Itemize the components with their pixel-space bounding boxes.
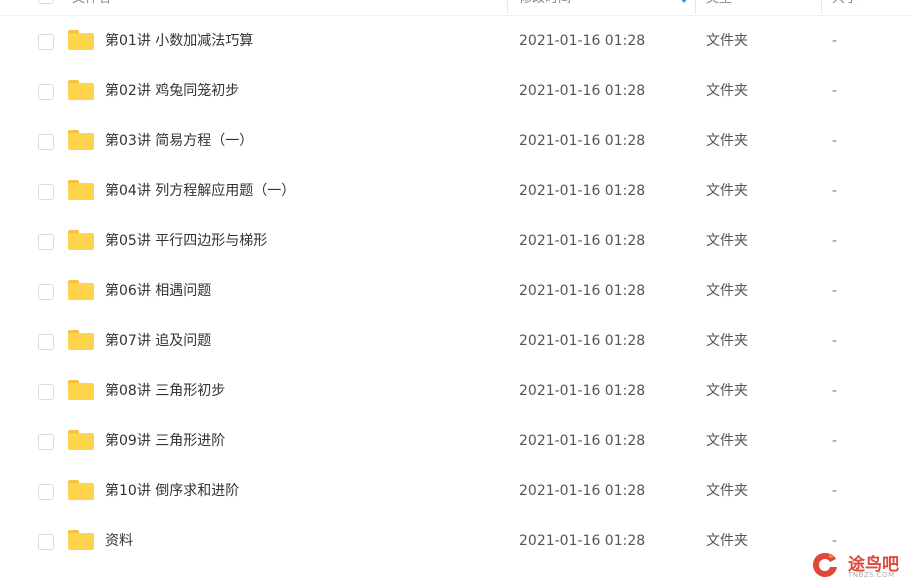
file-name[interactable]: 第02讲 鸡兔同笼初步 (105, 66, 239, 116)
file-list-header: 文件名 修改时间 类型 大小 (0, 0, 911, 16)
modified-time: 2021-01-16 01:28 (519, 383, 646, 399)
column-divider[interactable] (821, 0, 822, 14)
file-size: - (832, 433, 838, 449)
file-name[interactable]: 第01讲 小数加减法巧算 (105, 16, 253, 66)
folder-icon[interactable] (68, 280, 94, 300)
file-name[interactable]: 第05讲 平行四边形与梯形 (105, 216, 267, 266)
column-header-size[interactable]: 大小 (832, 0, 858, 16)
folder-icon[interactable] (68, 80, 94, 100)
table-row[interactable]: 资料 2021-01-16 01:28 文件夹 - (0, 516, 911, 566)
modified-time: 2021-01-16 01:28 (519, 483, 646, 499)
file-type: 文件夹 (706, 133, 748, 149)
table-row[interactable]: 第05讲 平行四边形与梯形 2021-01-16 01:28 文件夹 - (0, 216, 911, 266)
row-checkbox[interactable] (38, 334, 54, 350)
table-row[interactable]: 第07讲 追及问题 2021-01-16 01:28 文件夹 - (0, 316, 911, 366)
folder-icon[interactable] (68, 480, 94, 500)
modified-time: 2021-01-16 01:28 (519, 133, 646, 149)
file-size: - (832, 233, 838, 249)
table-row[interactable]: 第02讲 鸡兔同笼初步 2021-01-16 01:28 文件夹 - (0, 66, 911, 116)
row-checkbox[interactable] (38, 34, 54, 50)
column-header-name[interactable]: 文件名 (72, 0, 111, 16)
modified-time: 2021-01-16 01:28 (519, 283, 646, 299)
table-row[interactable]: 第10讲 倒序求和进阶 2021-01-16 01:28 文件夹 - (0, 466, 911, 516)
folder-icon[interactable] (68, 330, 94, 350)
bird-logo-icon (813, 553, 837, 577)
row-checkbox[interactable] (38, 534, 54, 550)
row-checkbox[interactable] (38, 234, 54, 250)
file-size: - (832, 383, 838, 399)
file-type: 文件夹 (706, 383, 748, 399)
file-name[interactable]: 第04讲 列方程解应用题（一） (105, 166, 295, 216)
select-all-checkbox[interactable] (38, 0, 54, 4)
file-size: - (832, 483, 838, 499)
watermark-logo: 途鸟吧 TNBZS.COM (808, 548, 908, 582)
table-row[interactable]: 第04讲 列方程解应用题（一） 2021-01-16 01:28 文件夹 - (0, 166, 911, 216)
file-name[interactable]: 第10讲 倒序求和进阶 (105, 466, 239, 516)
file-type: 文件夹 (706, 283, 748, 299)
file-size: - (832, 183, 838, 199)
file-size: - (832, 83, 838, 99)
file-type: 文件夹 (706, 183, 748, 199)
column-header-time[interactable]: 修改时间 (519, 0, 571, 16)
modified-time: 2021-01-16 01:28 (519, 333, 646, 349)
row-checkbox[interactable] (38, 184, 54, 200)
folder-icon[interactable] (68, 130, 94, 150)
folder-icon[interactable] (68, 230, 94, 250)
file-type: 文件夹 (706, 233, 748, 249)
row-checkbox[interactable] (38, 84, 54, 100)
file-size: - (832, 33, 838, 49)
file-type: 文件夹 (706, 483, 748, 499)
folder-icon[interactable] (68, 430, 94, 450)
table-row[interactable]: 第01讲 小数加减法巧算 2021-01-16 01:28 文件夹 - (0, 16, 911, 66)
folder-icon[interactable] (68, 380, 94, 400)
modified-time: 2021-01-16 01:28 (519, 183, 646, 199)
column-header-type[interactable]: 类型 (706, 0, 732, 16)
file-name[interactable]: 第06讲 相遇问题 (105, 266, 211, 316)
file-type: 文件夹 (706, 333, 748, 349)
modified-time: 2021-01-16 01:28 (519, 533, 646, 549)
column-divider[interactable] (695, 0, 696, 14)
table-row[interactable]: 第08讲 三角形初步 2021-01-16 01:28 文件夹 - (0, 366, 911, 416)
table-row[interactable]: 第09讲 三角形进阶 2021-01-16 01:28 文件夹 - (0, 416, 911, 466)
file-type: 文件夹 (706, 433, 748, 449)
row-checkbox[interactable] (38, 134, 54, 150)
file-type: 文件夹 (706, 83, 748, 99)
row-checkbox[interactable] (38, 484, 54, 500)
file-size: - (832, 133, 838, 149)
folder-icon[interactable] (68, 530, 94, 550)
file-type: 文件夹 (706, 33, 748, 49)
modified-time: 2021-01-16 01:28 (519, 83, 646, 99)
watermark-subtext: TNBZS.COM (848, 571, 895, 579)
row-checkbox[interactable] (38, 284, 54, 300)
modified-time: 2021-01-16 01:28 (519, 233, 646, 249)
file-list: 第01讲 小数加减法巧算 2021-01-16 01:28 文件夹 - 第02讲 鸡兔同… (0, 16, 911, 566)
modified-time: 2021-01-16 01:28 (519, 33, 646, 49)
table-row[interactable]: 第03讲 简易方程（一） 2021-01-16 01:28 文件夹 - (0, 116, 911, 166)
file-size: - (832, 333, 838, 349)
file-size: - (832, 283, 838, 299)
row-checkbox[interactable] (38, 384, 54, 400)
column-divider[interactable] (507, 0, 508, 14)
file-name[interactable]: 第08讲 三角形初步 (105, 366, 225, 416)
file-type: 文件夹 (706, 533, 748, 549)
file-name[interactable]: 资料 (105, 516, 133, 566)
file-name[interactable]: 第09讲 三角形进阶 (105, 416, 225, 466)
folder-icon[interactable] (68, 180, 94, 200)
file-name[interactable]: 第03讲 简易方程（一） (105, 116, 253, 166)
folder-icon[interactable] (68, 30, 94, 50)
file-name[interactable]: 第07讲 追及问题 (105, 316, 211, 366)
table-row[interactable]: 第06讲 相遇问题 2021-01-16 01:28 文件夹 - (0, 266, 911, 316)
sort-down-icon[interactable] (680, 0, 688, 3)
modified-time: 2021-01-16 01:28 (519, 433, 646, 449)
row-checkbox[interactable] (38, 434, 54, 450)
